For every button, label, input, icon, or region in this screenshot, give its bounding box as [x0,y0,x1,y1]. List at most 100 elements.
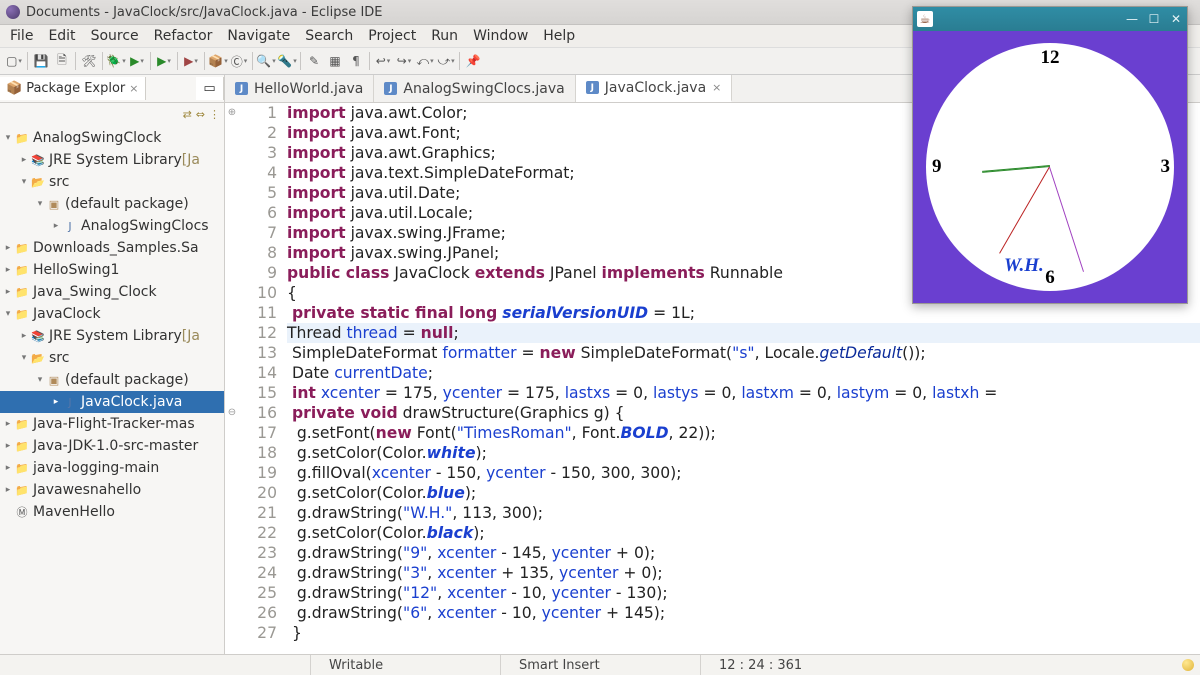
coverage-button[interactable]: ▶ [154,51,174,71]
java-file-icon: J [586,81,599,94]
tree-label: java-logging-main [33,460,159,476]
menu-help[interactable]: Help [537,26,581,46]
tree-row[interactable]: ▸JAnalogSwingClocs [0,215,224,237]
tree-label: JRE System Library [49,328,182,344]
editor-tab[interactable]: JAnalogSwingClocs.java [374,75,575,102]
build-button[interactable]: 🛠 [79,51,99,71]
toggle-mark-button[interactable]: ✎ [304,51,324,71]
tree-label: Downloads_Samples.Sa [33,240,199,256]
package-explorer-tab[interactable]: 📦 Package Explor × [0,77,146,100]
tree-row[interactable]: ▸📁Java-JDK-1.0-src-master [0,435,224,457]
clock-9: 9 [932,156,942,178]
menu-source[interactable]: Source [85,26,145,46]
external-tools-button[interactable]: ▶ [181,51,201,71]
editor-tab-label: JavaClock.java [605,80,706,96]
status-bar: Writable Smart Insert 12 : 24 : 361 [0,654,1200,675]
menu-navigate[interactable]: Navigate [221,26,296,46]
pkg-icon: ▣ [46,196,62,212]
menu-edit[interactable]: Edit [42,26,81,46]
tree-row[interactable]: ▾📁AnalogSwingClock [0,127,224,149]
open-type-button[interactable]: 🔍 [256,51,276,71]
close-icon[interactable]: ✕ [1169,12,1183,26]
menu-search[interactable]: Search [299,26,359,46]
close-icon[interactable]: × [129,82,138,95]
menu-window[interactable]: Window [467,26,534,46]
java-clock-window[interactable]: ☕ — ☐ ✕ 12 3 6 9 W.H. [912,6,1188,304]
clock-face: 12 3 6 9 W.H. [926,43,1174,291]
jfile-icon: J [62,218,78,234]
editor-tab-label: HelloWorld.java [254,81,363,97]
mvn-icon: Ⓜ [14,504,30,520]
tree-label: (default package) [65,196,189,212]
link-editor-icon[interactable]: ⇔ [196,108,205,121]
tree-label: MavenHello [33,504,115,520]
new-class-button[interactable]: Ⓒ [229,51,249,71]
collapse-all-icon[interactable]: ⇄ [183,108,192,121]
tree-row[interactable]: ▸📁HelloSwing1 [0,259,224,281]
prj-icon: 📁 [14,438,30,454]
fld-icon: 📂 [30,174,46,190]
new-package-button[interactable]: 📦 [208,51,228,71]
tree-label: Javawesnahello [33,482,141,498]
status-writable: Writable [310,655,500,675]
forward-button[interactable]: ↪ [394,51,414,71]
menu-file[interactable]: File [4,26,39,46]
tree-row[interactable]: ▸📁Javawesnahello [0,479,224,501]
package-tree[interactable]: ▾📁AnalogSwingClock▸📚JRE System Library [… [0,125,224,654]
maximize-icon[interactable]: ☐ [1147,12,1161,26]
tree-row[interactable]: ⓂMavenHello [0,501,224,523]
prj-icon: 📁 [14,240,30,256]
tree-row[interactable]: ▾▣(default package) [0,193,224,215]
tree-label: src [49,174,69,190]
tree-row[interactable]: ▸📁java-logging-main [0,457,224,479]
tree-row[interactable]: ▾📁JavaClock [0,303,224,325]
hour-hand [982,166,1050,173]
tip-bulb-icon[interactable] [1182,659,1194,671]
tree-label: Java-JDK-1.0-src-master [33,438,198,454]
search-button[interactable]: 🔦 [277,51,297,71]
run-button[interactable]: ▶ [127,51,147,71]
debug-button[interactable]: 🪲 [106,51,126,71]
tree-row[interactable]: ▸📚JRE System Library [Ja [0,325,224,347]
clock-window-titlebar[interactable]: ☕ — ☐ ✕ [913,7,1187,31]
tree-row[interactable]: ▾▣(default package) [0,369,224,391]
last-edit-button[interactable]: ⤺ [415,51,435,71]
tree-label: JRE System Library [49,152,182,168]
close-icon[interactable]: × [712,81,721,94]
tree-label: Java-Flight-Tracker-mas [33,416,195,432]
pkg-icon: ▣ [46,372,62,388]
prj-icon: 📁 [14,482,30,498]
menu-run[interactable]: Run [425,26,464,46]
second-hand [1049,167,1084,272]
tree-row[interactable]: ▸📁Java_Swing_Clock [0,281,224,303]
next-annotation-button[interactable]: ⤻ [436,51,456,71]
minute-hand [999,167,1050,254]
tree-row[interactable]: ▸JJavaClock.java [0,391,224,413]
pin-editor-button[interactable]: 📌 [463,51,483,71]
minimize-icon[interactable]: — [1125,12,1139,26]
package-explorer-view: 📦 Package Explor × ▭ ⇄ ⇔ ⋮ ▾📁AnalogSwing… [0,75,225,654]
window-title: Documents - JavaClock/src/JavaClock.java… [26,5,383,20]
tree-label: Java_Swing_Clock [33,284,157,300]
view-menu-icon[interactable]: ⋮ [209,108,220,121]
eclipse-orb-icon [6,5,20,19]
tree-row[interactable]: ▸📁Java-Flight-Tracker-mas [0,413,224,435]
tree-row[interactable]: ▾📂src [0,347,224,369]
minimize-view-button[interactable]: ▭ [196,77,224,100]
toggle-block-button[interactable]: ▦ [325,51,345,71]
menu-refactor[interactable]: Refactor [148,26,219,46]
menu-project[interactable]: Project [362,26,422,46]
show-whitespace-button[interactable]: ¶ [346,51,366,71]
back-button[interactable]: ↩ [373,51,393,71]
tree-row[interactable]: ▸📁Downloads_Samples.Sa [0,237,224,259]
tree-label: (default package) [65,372,189,388]
java-file-icon: J [384,82,397,95]
editor-tab[interactable]: JHelloWorld.java [225,75,374,102]
lib-icon: 📚 [30,152,46,168]
tree-row[interactable]: ▾📂src [0,171,224,193]
save-button[interactable]: 💾 [31,51,51,71]
save-all-button[interactable]: 🗎 [52,51,72,71]
tree-row[interactable]: ▸📚JRE System Library [Ja [0,149,224,171]
editor-tab[interactable]: J JavaClock.java × [576,75,733,102]
new-button[interactable]: ▢ [4,51,24,71]
